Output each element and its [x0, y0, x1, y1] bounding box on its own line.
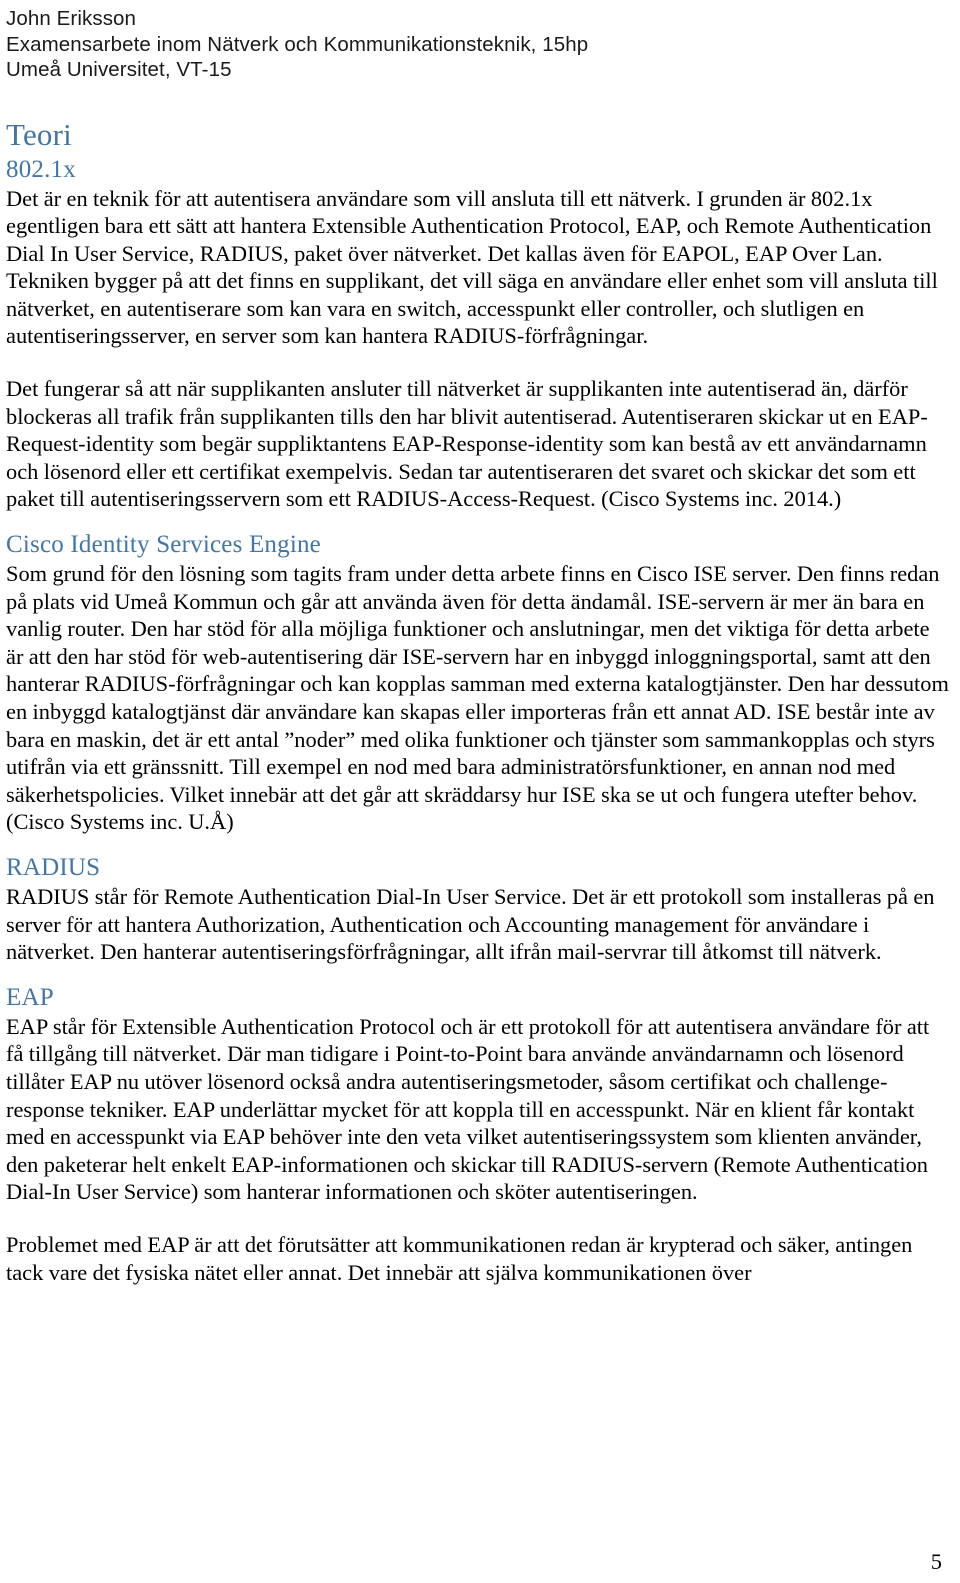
chapter-title-teori: Teori — [6, 116, 72, 152]
paragraph-eap-1: EAP står för Extensible Authentication P… — [6, 1013, 930, 1205]
header-institution: Umeå Universitet, VT-15 — [6, 58, 232, 81]
heading-eap: EAP — [6, 983, 54, 1011]
paragraph-cisco-ise-1: Som grund för den lösning som tagits fra… — [6, 561, 949, 835]
paragraph-eap-2: Problemet med EAP är att det förutsätter… — [6, 1231, 913, 1285]
header-spacer — [6, 83, 950, 117]
header-author: John Eriksson — [6, 7, 137, 30]
paragraph-radius-1: RADIUS står för Remote Authentication Di… — [6, 883, 935, 965]
page-header: John Eriksson Examensarbete inom Nätverk… — [6, 6, 950, 83]
heading-radius: RADIUS — [6, 853, 101, 881]
page-number: 5 — [930, 1549, 942, 1574]
header-program: Examensarbete inom Nätverk och Kommunika… — [6, 32, 589, 56]
paragraph-802-1x-1: Det är en teknik för att autentisera anv… — [6, 185, 938, 349]
document-page: John Eriksson Examensarbete inom Nätverk… — [0, 0, 960, 1583]
heading-cisco-ise: Cisco Identity Services Engine — [6, 531, 321, 559]
paragraph-802-1x-2: Det fungerar så att när supplikanten ans… — [6, 376, 928, 512]
heading-802-1x: 802.1x — [6, 155, 76, 183]
